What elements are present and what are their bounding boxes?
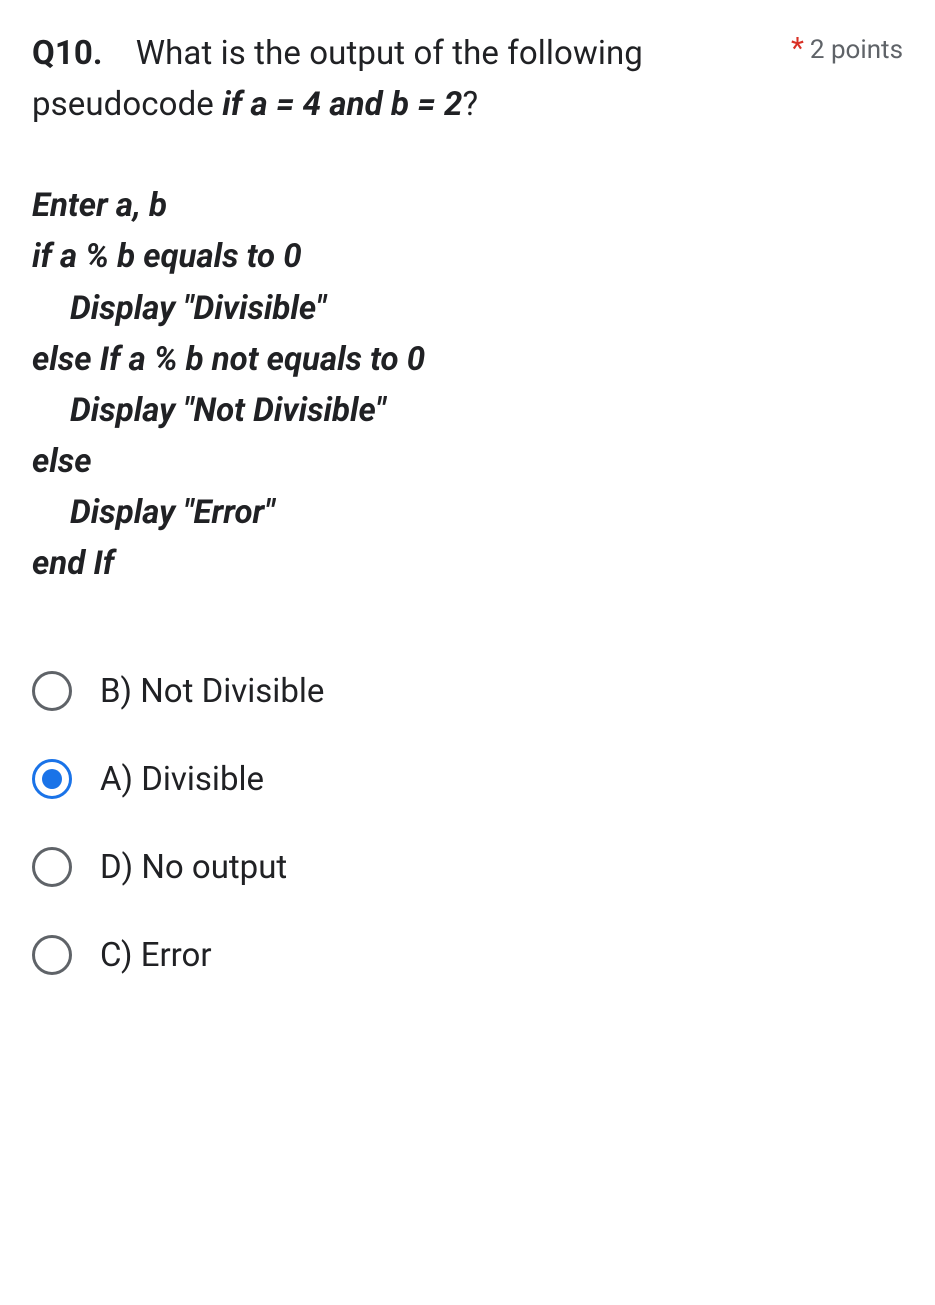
question-text-part2: ?: [462, 85, 478, 124]
question-bold-condition: if a = 4 and b = 2: [222, 85, 462, 124]
pseudocode-line-5: Display "Not Divisible": [32, 385, 903, 436]
option-row-d[interactable]: D) No output: [32, 823, 903, 911]
pseudocode-line-3: Display "Divisible": [32, 283, 903, 334]
option-row-b[interactable]: B) Not Divisible: [32, 647, 903, 735]
radio-icon[interactable]: [32, 935, 72, 975]
options-block: B) Not Divisible A) Divisible D) No outp…: [32, 647, 903, 999]
radio-icon-selected[interactable]: [32, 759, 72, 799]
option-label: B) Not Divisible: [100, 672, 324, 711]
radio-icon[interactable]: [32, 847, 72, 887]
option-label: C) Error: [100, 936, 212, 975]
points-block: * 2 points: [791, 34, 903, 65]
pseudocode-line-6: else: [32, 436, 903, 487]
points-text: 2 points: [810, 35, 903, 65]
required-asterisk: *: [791, 34, 804, 64]
pseudocode-line-4: else If a % b not equals to 0: [32, 334, 903, 385]
pseudocode-line-2: if a % b equals to 0: [32, 231, 903, 282]
radio-icon[interactable]: [32, 671, 72, 711]
option-row-c[interactable]: C) Error: [32, 911, 903, 999]
pseudocode-line-7: Display "Error": [32, 487, 903, 538]
pseudocode-line-1: Enter a, b: [32, 180, 903, 231]
pseudocode-block: Enter a, b if a % b equals to 0 Display …: [32, 180, 903, 589]
question-header: Q10. What is the output of the following…: [32, 28, 903, 130]
question-number: Q10.: [32, 34, 103, 73]
option-row-a[interactable]: A) Divisible: [32, 735, 903, 823]
option-label: A) Divisible: [100, 760, 264, 799]
question-text: Q10. What is the output of the following…: [32, 28, 775, 130]
option-label: D) No output: [100, 848, 287, 887]
pseudocode-line-8: end If: [32, 538, 903, 589]
